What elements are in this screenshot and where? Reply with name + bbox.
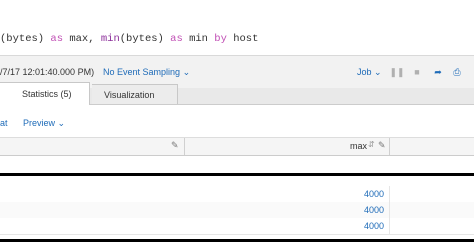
event-sampling-dropdown[interactable]: No Event Sampling ⌄ [103,67,190,78]
pencil-icon[interactable]: ✎ [171,140,179,151]
stop-icon[interactable]: ■ [411,66,423,78]
tab-statistics[interactable]: Statistics (5) [0,82,90,105]
job-menu-label: Job [357,67,372,77]
preview-dropdown[interactable]: Preview ⌄ [23,118,65,129]
share-icon[interactable]: ➦ [432,66,444,78]
query-keyword: as [50,33,64,45]
column-divider [389,218,390,234]
table-header: ✎ max ⇵ ✎ [0,137,474,156]
column-divider [389,138,390,155]
table-row: 4000 [0,186,474,203]
cell-max[interactable]: 4000 [364,205,384,215]
query-part: host [226,33,259,45]
query-part: (bytes) [0,33,51,45]
query-keyword: as [170,33,183,45]
tab-visualization[interactable]: Visualization [92,84,178,104]
tab-statistics-label: Statistics (5) [22,89,72,99]
cell-max[interactable]: 4000 [364,189,384,199]
print-icon[interactable]: ⎙ [451,66,463,78]
query-part: min [182,33,215,45]
event-sampling-label: No Event Sampling [103,67,181,77]
time-range-label: /7/17 12:01:40.000 PM) [0,67,95,77]
column-header-max[interactable]: max [350,141,367,151]
query-function: min [100,33,120,45]
query-part: (bytes) [119,33,171,45]
preview-label: Preview [23,118,56,128]
pause-icon[interactable]: ❚❚ [389,66,404,78]
query-part: max, [63,33,101,45]
column-divider [184,138,185,155]
chevron-down-icon: ⌄ [374,67,382,77]
cell-max[interactable]: 4000 [364,221,384,231]
format-link[interactable]: at [0,118,8,128]
tab-visualization-label: Visualization [104,90,155,100]
splunk-search-page: (bytes) as max, min(bytes) as min by hos… [0,0,474,248]
divider-bar [0,239,474,242]
column-divider [389,186,390,202]
query-keyword: by [214,33,227,45]
job-menu-button[interactable]: Job ⌄ [357,67,382,78]
column-divider [389,202,390,218]
chevron-down-icon: ⌄ [182,67,191,77]
search-bar[interactable]: (bytes) as max, min(bytes) as min by hos… [0,25,474,56]
table-row: 4000 [0,202,474,219]
chevron-down-icon: ⌄ [57,118,66,128]
table-row: 4000 [0,218,474,235]
pencil-icon[interactable]: ✎ [378,140,386,151]
search-query[interactable]: (bytes) as max, min(bytes) as min by hos… [0,33,258,45]
sort-icon[interactable]: ⇵ [368,140,375,149]
divider-bar [0,173,474,176]
